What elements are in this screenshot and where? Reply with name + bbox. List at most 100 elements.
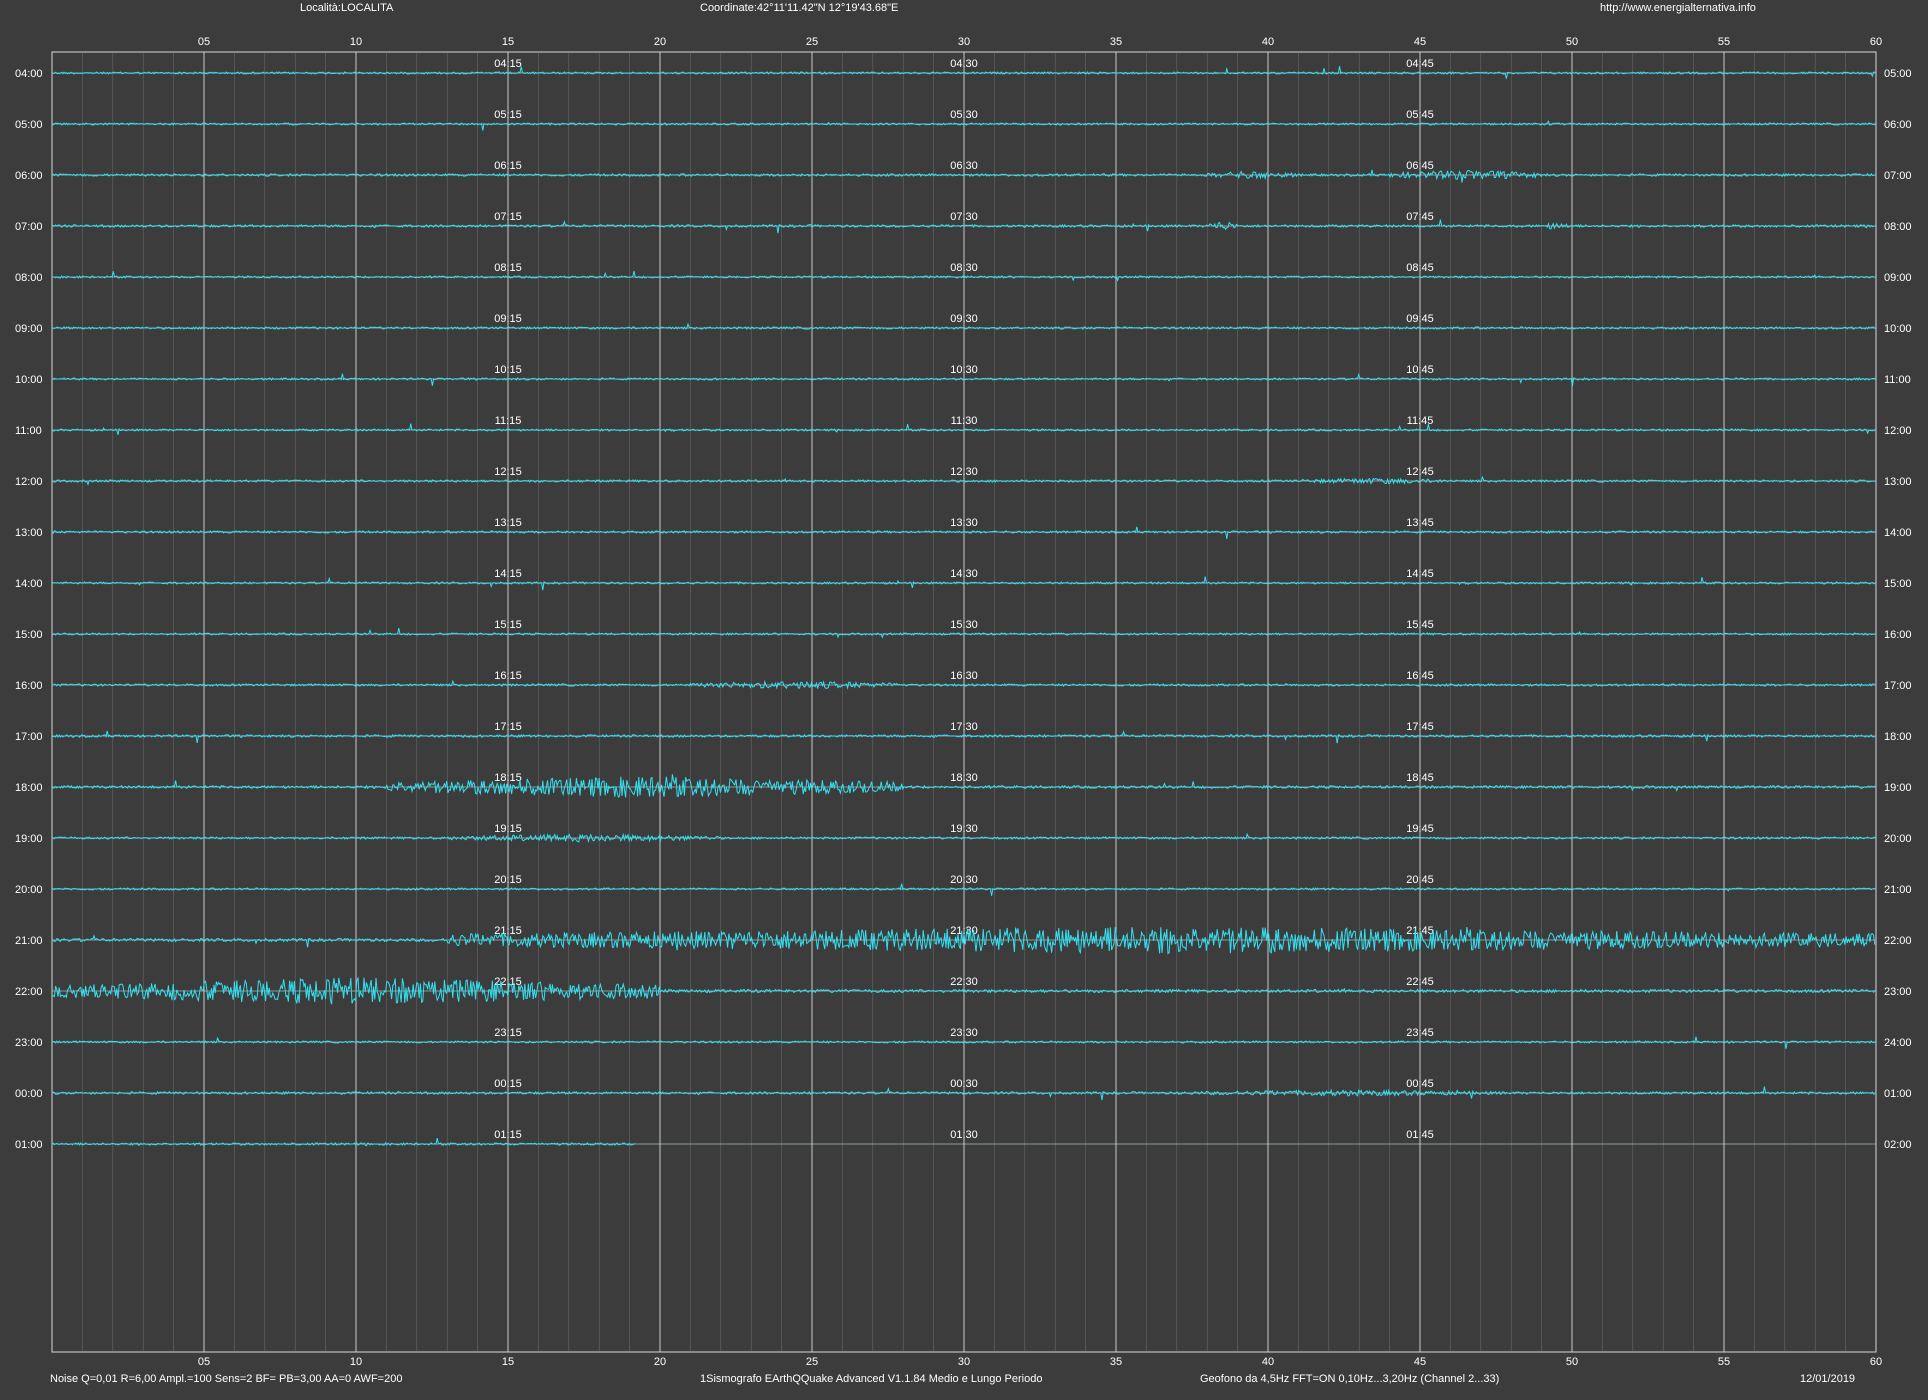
hour-label-left: 07:00 [15,221,43,233]
quarter-label: 19:30 [950,823,978,835]
quarter-label: 06:15 [494,160,522,172]
quarter-label: 23:15 [494,1027,522,1039]
quarter-label: 00:15 [494,1078,522,1090]
quarter-label: 05:45 [1406,109,1434,121]
quarter-label: 14:15 [494,568,522,580]
quarter-label: 22:30 [950,976,978,988]
x-tick-label-top: 40 [1262,36,1274,48]
hour-label-right: 18:00 [1884,731,1912,743]
quarter-label: 17:45 [1406,721,1434,733]
hour-label-right: 01:00 [1884,1088,1912,1100]
hour-label-right: 05:00 [1884,68,1912,80]
quarter-label: 12:15 [494,466,522,478]
x-tick-label-bottom: 10 [350,1356,362,1368]
quarter-label: 11:45 [1407,415,1434,427]
quarter-label: 14:45 [1406,568,1434,580]
hour-label-right: 12:00 [1884,425,1912,437]
hour-label-right: 23:00 [1884,986,1912,998]
quarter-label: 20:15 [494,874,522,886]
date-label: 12/01/2019 [1800,1373,1856,1385]
x-tick-label-bottom: 15 [502,1356,514,1368]
seismic-trace [51,1137,636,1147]
hour-label-left: 06:00 [15,170,43,182]
quarter-label: 22:15 [494,976,522,988]
hour-label-right: 13:00 [1884,476,1912,488]
x-tick-label-top: 30 [958,36,970,48]
x-tick-label-bottom: 30 [958,1356,970,1368]
x-tick-label-bottom: 05 [198,1356,210,1368]
hour-label-right: 09:00 [1884,272,1912,284]
hour-label-right: 19:00 [1884,782,1912,794]
x-tick-label-top: 25 [806,36,818,48]
quarter-label: 18:45 [1406,772,1434,784]
hour-label-left: 01:00 [15,1139,43,1151]
hour-label-left: 23:00 [15,1037,43,1049]
hour-label-left: 08:00 [15,272,43,284]
x-tick-label-bottom: 40 [1262,1356,1274,1368]
hour-label-right: 24:00 [1884,1037,1912,1049]
quarter-label: 19:15 [494,823,522,835]
hour-label-right: 08:00 [1884,221,1912,233]
x-tick-label-top: 15 [502,36,514,48]
quarter-label: 15:15 [494,619,522,631]
quarter-label: 16:45 [1406,670,1434,682]
x-tick-label-top: 45 [1414,36,1426,48]
quarter-label: 00:30 [950,1078,978,1090]
seismograph-window: Località:LOCALITA Coordinate:42°11'11.42… [0,0,1928,1400]
quarter-label: 04:15 [494,58,522,70]
hour-label-left: 21:00 [15,935,43,947]
quarter-label: 18:30 [950,772,978,784]
quarter-label: 23:45 [1406,1027,1434,1039]
quarter-label: 17:15 [494,721,522,733]
quarter-label: 07:30 [950,211,978,223]
quarter-label: 13:15 [494,517,522,529]
quarter-label: 18:15 [494,772,522,784]
quarter-label: 16:30 [950,670,978,682]
quarter-label: 12:45 [1406,466,1434,478]
quarter-label: 20:45 [1406,874,1434,886]
quarter-label: 09:45 [1406,313,1434,325]
x-tick-label-top: 10 [350,36,362,48]
quarter-label: 01:15 [494,1129,522,1141]
quarter-label: 20:30 [950,874,978,886]
x-tick-label-bottom: 45 [1414,1356,1426,1368]
quarter-label: 08:15 [494,262,522,274]
hour-label-right: 16:00 [1884,629,1912,641]
hour-label-left: 16:00 [15,680,43,692]
sensor-label: Geofono da 4,5Hz FFT=ON 0,10Hz...3,20Hz … [1200,1373,1500,1385]
quarter-label: 19:45 [1406,823,1434,835]
seismogram-chart: 05 05 10 10 15 15 20 20 25 25 30 30 35 35 40 40 45 45 50 50… [15,36,1912,1368]
quarter-label: 07:15 [494,211,522,223]
quarter-label: 11:15 [495,415,522,427]
hour-label-left: 04:00 [15,68,43,80]
quarter-label: 04:45 [1406,58,1434,70]
quarter-label: 12:30 [950,466,978,478]
quarter-label: 16:15 [494,670,522,682]
quarter-label: 01:45 [1406,1129,1434,1141]
hour-label-right: 02:00 [1884,1139,1912,1151]
quarter-label: 10:45 [1406,364,1434,376]
hour-label-left: 10:00 [15,374,43,386]
hour-label-left: 20:00 [15,884,43,896]
hour-label-left: 15:00 [15,629,43,641]
quarter-label: 05:15 [494,109,522,121]
quarter-label: 14:30 [950,568,978,580]
hour-label-left: 11:00 [15,425,42,437]
quarter-label: 17:30 [950,721,978,733]
x-tick-label-bottom: 50 [1566,1356,1578,1368]
quarter-label: 23:30 [950,1027,978,1039]
quarter-label: 21:45 [1406,925,1434,937]
hour-label-right: 21:00 [1884,884,1912,896]
hour-label-left: 14:00 [15,578,43,590]
hour-label-right: 22:00 [1884,935,1912,947]
quarter-label: 21:15 [494,925,522,937]
hour-label-left: 12:00 [15,476,43,488]
hour-label-left: 17:00 [15,731,43,743]
x-tick-label-bottom: 25 [806,1356,818,1368]
x-tick-label-top: 50 [1566,36,1578,48]
x-tick-label-top: 55 [1718,36,1730,48]
hour-label-right: 11:00 [1884,374,1911,386]
quarter-label: 05:30 [950,109,978,121]
quarter-label: 08:45 [1406,262,1434,274]
hour-label-left: 13:00 [15,527,43,539]
